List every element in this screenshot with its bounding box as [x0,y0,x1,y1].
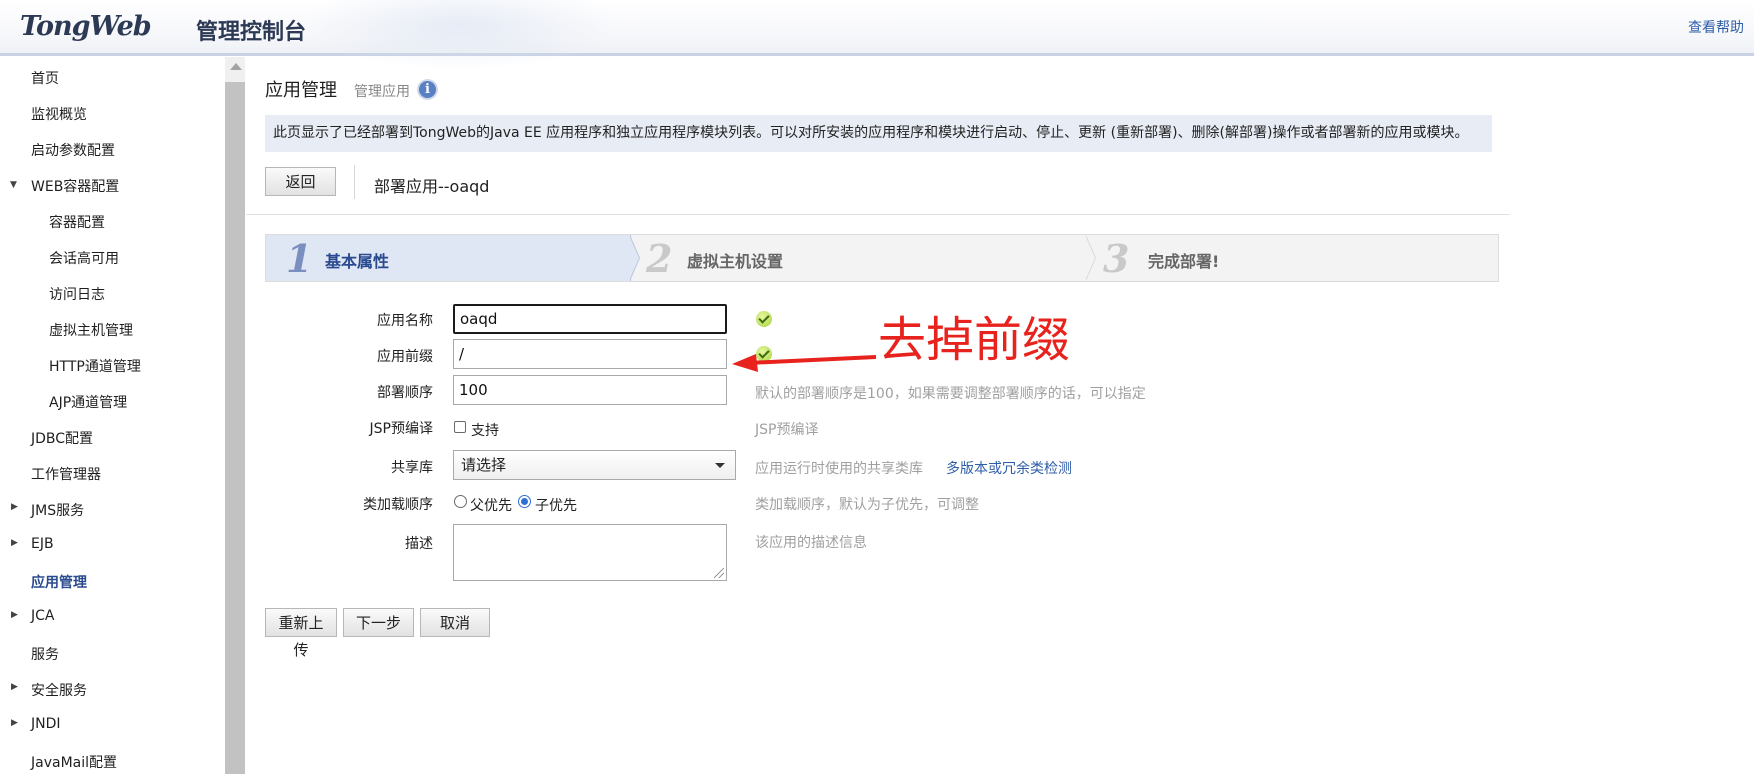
tongweb-logo: TongWeb [20,11,152,42]
step-chevron [1085,235,1095,281]
jsp-precompile-checkbox[interactable] [454,421,466,433]
collapsed-caret-icon[interactable]: ▶ [11,682,18,692]
collapsed-caret-icon[interactable]: ▶ [11,718,18,728]
header-decoration [300,0,620,70]
step-label: 完成部署! [1148,252,1220,271]
sidebar-item-javamail[interactable]: JavaMail配置 [31,752,117,772]
step-number: 3 [1103,236,1130,281]
deploy-order-label: 部署顺序 [377,385,433,401]
sidebar-item-jdbc[interactable]: JDBC配置 [31,428,93,448]
classload-order-label: 类加载顺序 [363,497,433,513]
multi-version-check-link[interactable]: 多版本或冗余类检测 [946,458,1072,478]
reupload-button[interactable]: 重新上传 [265,608,337,659]
sidebar-item-ajp-channel[interactable]: AJP通道管理 [49,392,127,412]
classload-parent-label[interactable]: 父优先 [470,495,512,515]
step-number: 2 [646,236,673,281]
sidebar-scrollbar[interactable] [225,57,245,774]
back-button[interactable]: 返回 [265,167,336,196]
sidebar-item-jca[interactable]: JCA [31,608,54,624]
jsp-precompile-hint: JSP预编译 [755,422,819,438]
collapsed-caret-icon[interactable]: ▶ [11,610,18,620]
divider [354,165,355,199]
annotation-arrow-icon [732,354,877,372]
sidebar-item-container-config[interactable]: 容器配置 [49,212,105,232]
divider [246,214,1510,215]
step-basic-properties[interactable] [266,235,631,281]
help-link[interactable]: 查看帮助 [1688,17,1744,37]
sidebar-item-work-manager[interactable]: 工作管理器 [31,464,101,484]
step-label: 虚拟主机设置 [687,252,784,271]
valid-check-icon [756,311,772,327]
jsp-support-label[interactable]: 支持 [471,420,499,440]
shared-lib-hint: 应用运行时使用的共享类库 [755,461,923,477]
sidebar-item-monitor[interactable]: 监视概览 [31,104,87,124]
sidebar-item-jndi[interactable]: JNDI [31,716,61,732]
sidebar-item-access-log[interactable]: 访问日志 [49,284,105,304]
scroll-up-arrow-icon[interactable] [230,63,242,70]
page-title: 应用管理 [265,80,337,101]
app-header: TongWeb 管理控制台 查看帮助 [0,0,1754,70]
expanded-caret-icon[interactable]: ▼ [10,180,17,190]
sidebar-item-http-channel[interactable]: HTTP通道管理 [49,356,141,376]
sidebar-item-jms[interactable]: JMS服务 [31,500,84,520]
app-prefix-input[interactable]: / [453,339,727,369]
page-description: 此页显示了已经部署到TongWeb的Java EE 应用程序和独立应用程序模块列… [265,115,1492,152]
sidebar-item-app-management[interactable]: 应用管理 [31,572,87,592]
sidebar-item-services[interactable]: 服务 [31,644,59,664]
info-icon[interactable]: i [417,79,438,100]
sidebar-nav [0,57,246,774]
step-chevron [629,235,639,281]
sidebar-item-home[interactable]: 首页 [31,68,59,88]
step-number: 1 [286,236,313,281]
classload-child-radio[interactable] [518,495,531,508]
next-step-button[interactable]: 下一步 [343,608,414,637]
sidebar-item-security[interactable]: 安全服务 [31,680,87,700]
console-title: 管理控制台 [196,20,307,45]
cancel-button[interactable]: 取消 [420,608,490,637]
shared-lib-selected-value: 请选择 [461,456,507,474]
page-subtitle: 管理应用 [354,84,410,100]
classload-order-hint: 类加载顺序，默认为子优先，可调整 [755,497,979,513]
deploy-order-input[interactable]: 100 [453,375,727,405]
app-prefix-label: 应用前缀 [377,349,433,365]
description-textarea[interactable] [453,524,727,581]
scrollbar-thumb[interactable] [225,82,245,774]
step-label: 基本属性 [325,252,390,271]
app-name-label: 应用名称 [377,313,433,329]
shared-lib-label: 共享库 [391,460,433,476]
deploy-title: 部署应用--oaqd [374,177,490,196]
collapsed-caret-icon[interactable]: ▶ [11,538,18,548]
chevron-down-icon [715,463,725,468]
classload-child-label[interactable]: 子优先 [535,495,577,515]
annotation-text: 去掉前缀 [878,312,1071,368]
sidebar-item-virtual-host[interactable]: 虚拟主机管理 [49,320,133,340]
deploy-order-hint: 默认的部署顺序是100，如果需要调整部署顺序的话，可以指定 [755,386,1146,402]
wizard-steps: 1 基本属性 2 虚拟主机设置 3 完成部署! [265,234,1499,282]
sidebar-item-web-container[interactable]: WEB容器配置 [31,176,119,196]
collapsed-caret-icon[interactable]: ▶ [11,502,18,512]
sidebar-item-startup-params[interactable]: 启动参数配置 [31,140,115,160]
classload-parent-radio[interactable] [454,495,467,508]
description-hint: 该应用的描述信息 [755,535,867,551]
sidebar-item-ejb[interactable]: EJB [31,536,54,552]
sidebar-item-session-ha[interactable]: 会话高可用 [49,248,119,268]
app-name-input[interactable]: oaqd [453,304,727,334]
jsp-precompile-label: JSP预编译 [369,421,433,437]
shared-lib-select[interactable]: 请选择 [453,450,736,480]
description-label: 描述 [405,536,433,552]
resize-grip-icon[interactable] [714,568,724,578]
